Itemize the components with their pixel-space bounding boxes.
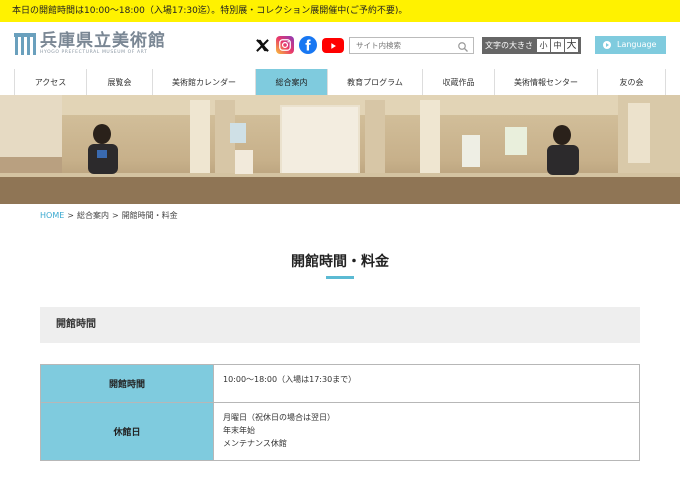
breadcrumb-separator: > (67, 211, 74, 220)
youtube-icon[interactable] (322, 38, 344, 53)
x-icon[interactable] (253, 36, 271, 54)
breadcrumb: HOME > 総合案内 > 開館時間・料金 (40, 210, 178, 221)
closed-line: 月曜日（祝休日の場合は翌日） (223, 413, 335, 422)
play-arrow-icon (603, 41, 611, 49)
font-size-large-button[interactable]: 大 (565, 39, 578, 52)
font-size-small-button[interactable]: 小 (537, 39, 550, 52)
hero-image (0, 95, 680, 204)
nav-item-collection[interactable]: 収蔵作品 (423, 69, 495, 95)
nav-item-calendar[interactable]: 美術館カレンダー (153, 69, 256, 95)
closed-line: 年末年始 (223, 426, 255, 435)
title-underline (326, 276, 354, 279)
global-nav: アクセス 展覧会 美術館カレンダー 総合案内 教育プログラム 収蔵作品 美術情報… (14, 69, 666, 95)
nav-item-info-center[interactable]: 美術情報センター (495, 69, 598, 95)
font-size-medium-button[interactable]: 中 (551, 39, 564, 52)
font-size-switcher: 文字の大きさ 小 中 大 (482, 37, 581, 54)
notice-bar: 本日の開館時間は10:00〜18:00（入場17:30迄）。特別展・コレクション… (0, 0, 680, 22)
row-header-closed: 休館日 (40, 402, 214, 461)
language-button[interactable]: Language (595, 36, 666, 54)
nav-item-exhibitions[interactable]: 展覧会 (87, 69, 153, 95)
nav-item-general-info[interactable]: 総合案内 (256, 69, 328, 95)
table-row: 開館時間 10:00〜18:00（入場は17:30まで） (40, 364, 640, 403)
hours-line: 10:00〜18:00（入場は17:30まで） (223, 375, 357, 384)
nav-item-access[interactable]: アクセス (15, 69, 87, 95)
facebook-icon[interactable] (299, 36, 317, 54)
museum-logo-icon (14, 33, 36, 55)
row-value-closed: 月曜日（祝休日の場合は翌日） 年末年始 メンテナンス休館 (213, 402, 640, 461)
site-header: 兵庫県立美術館 HYOGO PREFECTURAL MUSEUM OF ART … (0, 22, 680, 68)
row-header-hours: 開館時間 (40, 364, 214, 403)
breadcrumb-general-info-link[interactable]: 総合案内 (77, 211, 109, 220)
search-input[interactable] (349, 37, 474, 54)
breadcrumb-current: 開館時間・料金 (121, 211, 178, 220)
section-heading: 開館時間 (40, 307, 640, 343)
closed-line: メンテナンス休館 (223, 439, 287, 448)
site-logo[interactable]: 兵庫県立美術館 HYOGO PREFECTURAL MUSEUM OF ART (14, 32, 166, 56)
breadcrumb-separator: > (111, 211, 119, 220)
instagram-icon[interactable] (276, 36, 294, 54)
search-icon[interactable] (457, 38, 471, 52)
breadcrumb-home-link[interactable]: HOME (40, 211, 64, 220)
language-label: Language (617, 40, 657, 49)
logo-name-jp: 兵庫県立美術館 (40, 31, 166, 51)
page-title: 開館時間・料金 (291, 254, 389, 270)
table-row: 休館日 月曜日（祝休日の場合は翌日） 年末年始 メンテナンス休館 (40, 402, 640, 461)
nav-item-friends[interactable]: 友の会 (598, 69, 666, 95)
nav-item-education[interactable]: 教育プログラム (328, 69, 423, 95)
row-value-hours: 10:00〜18:00（入場は17:30まで） (213, 364, 640, 403)
logo-name-en: HYOGO PREFECTURAL MUSEUM OF ART (40, 50, 148, 55)
hours-table: 開館時間 10:00〜18:00（入場は17:30まで） 休館日 月曜日（祝休日… (40, 364, 640, 461)
font-size-label: 文字の大きさ (485, 41, 533, 50)
